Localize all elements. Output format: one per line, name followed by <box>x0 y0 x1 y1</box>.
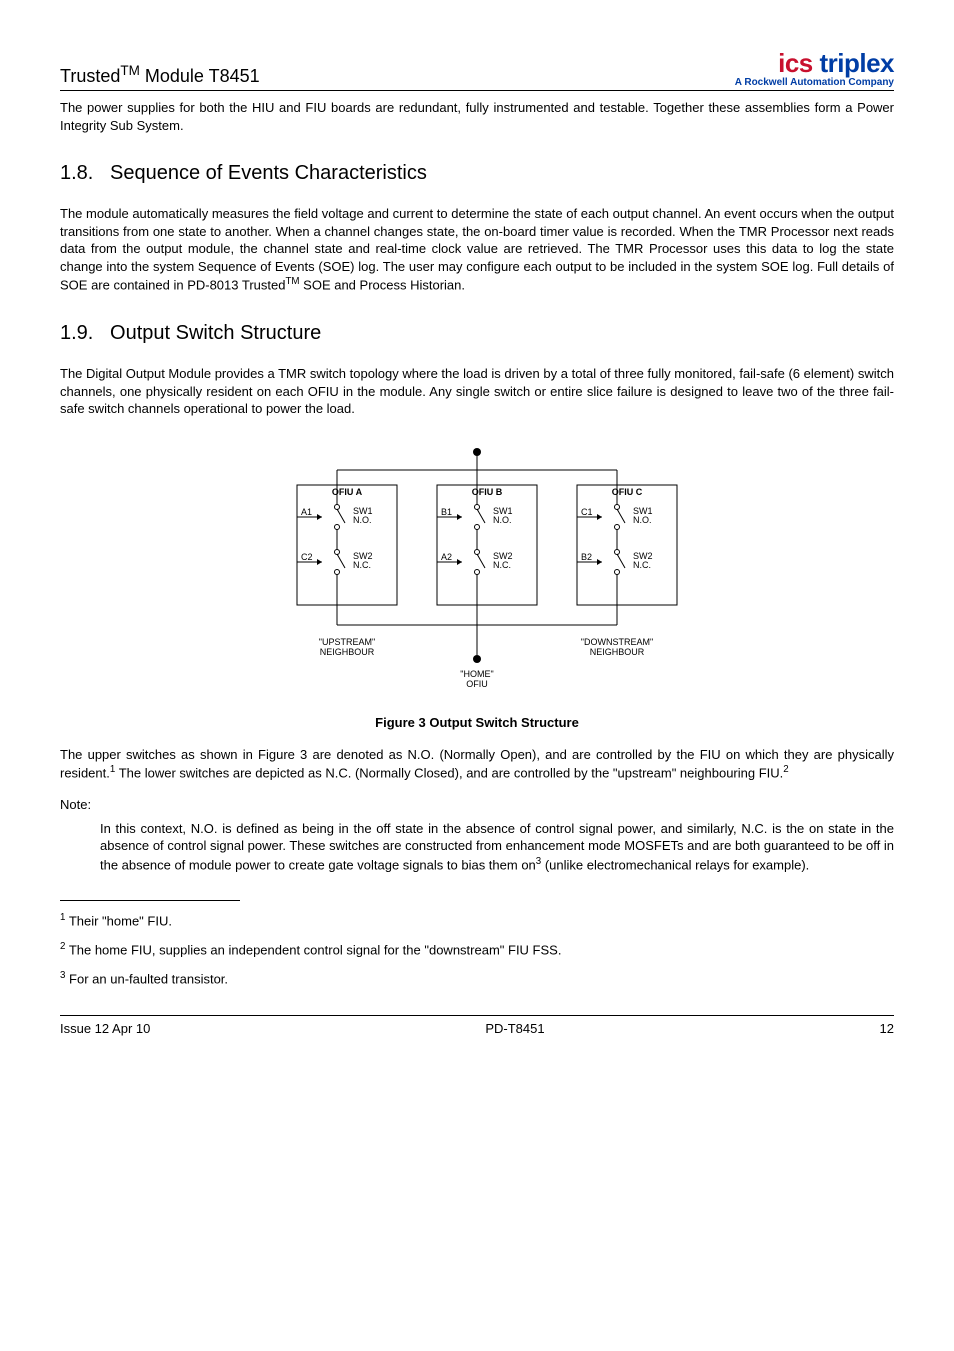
svg-text:C2: C2 <box>301 552 313 562</box>
svg-text:OFIU C: OFIU C <box>612 487 643 497</box>
logo-subline: A Rockwell Automation Company <box>735 78 894 88</box>
note-label: Note: <box>60 796 894 814</box>
figure-3-diagram: OFIU A A1 SW1 N.O. C2 SW2 N.C. OFIU B B1… <box>60 440 894 705</box>
company-logo: ics triplex A Rockwell Automation Compan… <box>735 50 894 88</box>
footer-separator <box>60 1015 894 1016</box>
intro-paragraph: The power supplies for both the HIU and … <box>60 99 894 134</box>
svg-text:C1: C1 <box>581 507 593 517</box>
svg-text:B1: B1 <box>441 507 452 517</box>
footnote-separator <box>60 900 240 901</box>
section-1-9-paragraph-2: The upper switches as shown in Figure 3 … <box>60 746 894 782</box>
svg-text:"DOWNSTREAM": "DOWNSTREAM" <box>581 637 653 647</box>
svg-text:"UPSTREAM": "UPSTREAM" <box>319 637 375 647</box>
svg-text:N.O.: N.O. <box>353 515 372 525</box>
section-1-8-heading: 1.8. Sequence of Events Characteristics <box>60 160 894 187</box>
svg-text:N.O.: N.O. <box>493 515 512 525</box>
note-body: In this context, N.O. is defined as bein… <box>100 820 894 874</box>
section-1-9-paragraph-1: The Digital Output Module provides a TMR… <box>60 365 894 418</box>
logo-ics: ics <box>778 48 813 78</box>
header-product: TrustedTM Module T8451 <box>60 62 260 88</box>
footnote-1: 1 Their "home" FIU. <box>60 911 894 930</box>
footer-page: 12 <box>880 1020 894 1038</box>
footer-issue: Issue 12 Apr 10 <box>60 1020 150 1038</box>
svg-text:N.C.: N.C. <box>493 560 511 570</box>
section-1-8-paragraph: The module automatically measures the fi… <box>60 205 894 294</box>
footnote-3: 3 For an un-faulted transistor. <box>60 969 894 988</box>
svg-text:A1: A1 <box>301 507 312 517</box>
trademark: TM <box>120 63 140 78</box>
svg-text:N.C.: N.C. <box>633 560 651 570</box>
logo-triplex: triplex <box>813 48 894 78</box>
figure-3-caption: Figure 3 Output Switch Structure <box>60 714 894 732</box>
page-footer: Issue 12 Apr 10 PD-T8451 12 <box>60 1020 894 1038</box>
footnote-2: 2 The home FIU, supplies an independent … <box>60 940 894 959</box>
svg-text:NEIGHBOUR: NEIGHBOUR <box>590 647 645 657</box>
section-1-9-heading: 1.9. Output Switch Structure <box>60 320 894 347</box>
module-code: Module T8451 <box>140 66 260 86</box>
footer-docid: PD-T8451 <box>485 1020 544 1038</box>
page-header: TrustedTM Module T8451 ics triplex A Roc… <box>60 50 894 91</box>
logo-wordmark: ics triplex <box>735 50 894 76</box>
product-line: Trusted <box>60 66 120 86</box>
svg-text:N.O.: N.O. <box>633 515 652 525</box>
svg-text:NEIGHBOUR: NEIGHBOUR <box>320 647 375 657</box>
svg-text:OFIU: OFIU <box>466 679 488 689</box>
svg-text:N.C.: N.C. <box>353 560 371 570</box>
svg-text:OFIU B: OFIU B <box>472 487 503 497</box>
svg-text:A2: A2 <box>441 552 452 562</box>
svg-text:B2: B2 <box>581 552 592 562</box>
svg-text:"HOME": "HOME" <box>460 669 493 679</box>
